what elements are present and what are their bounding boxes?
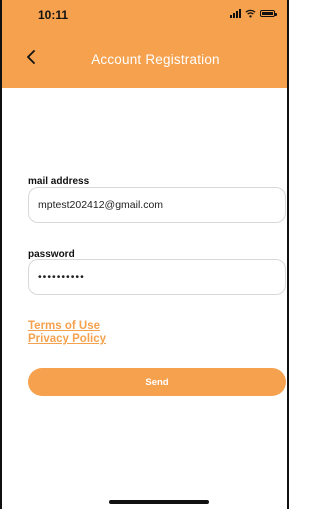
status-icons [230, 9, 277, 18]
page-title: Account Registration [91, 52, 220, 67]
status-time: 10:11 [38, 8, 69, 22]
phone-screen: 10:11 Account Registration mail address … [0, 0, 289, 509]
email-field[interactable]: mptest202412@gmail.com [28, 187, 286, 223]
wifi-icon [245, 9, 256, 18]
send-button[interactable]: Send [28, 368, 286, 396]
email-label: mail address [28, 176, 90, 187]
home-indicator [109, 500, 209, 504]
terms-of-use-link[interactable]: Terms of Use [28, 320, 100, 332]
battery-icon [260, 10, 277, 17]
password-field[interactable]: •••••••••• [28, 259, 286, 295]
privacy-policy-link[interactable]: Privacy Policy [28, 333, 106, 345]
app-header: 10:11 Account Registration [2, 0, 287, 88]
signal-icon [230, 9, 241, 18]
